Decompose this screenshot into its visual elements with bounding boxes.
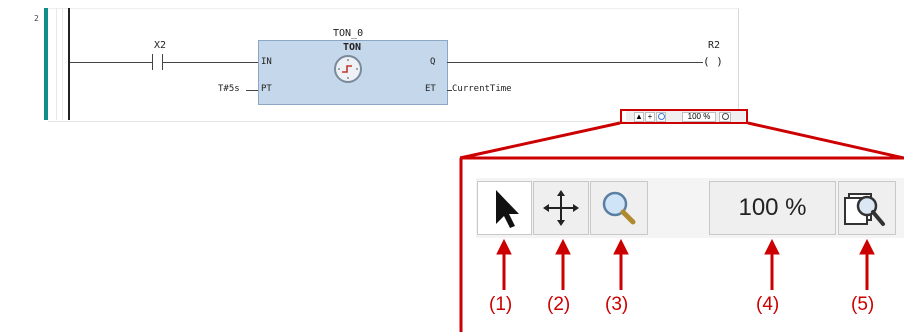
callout-arrows (496, 238, 875, 290)
label-5: (5) (851, 294, 875, 315)
label-1: (1) (489, 294, 513, 315)
label-2: (2) (547, 294, 571, 315)
label-3: (3) (605, 294, 629, 315)
label-4: (4) (756, 294, 780, 315)
